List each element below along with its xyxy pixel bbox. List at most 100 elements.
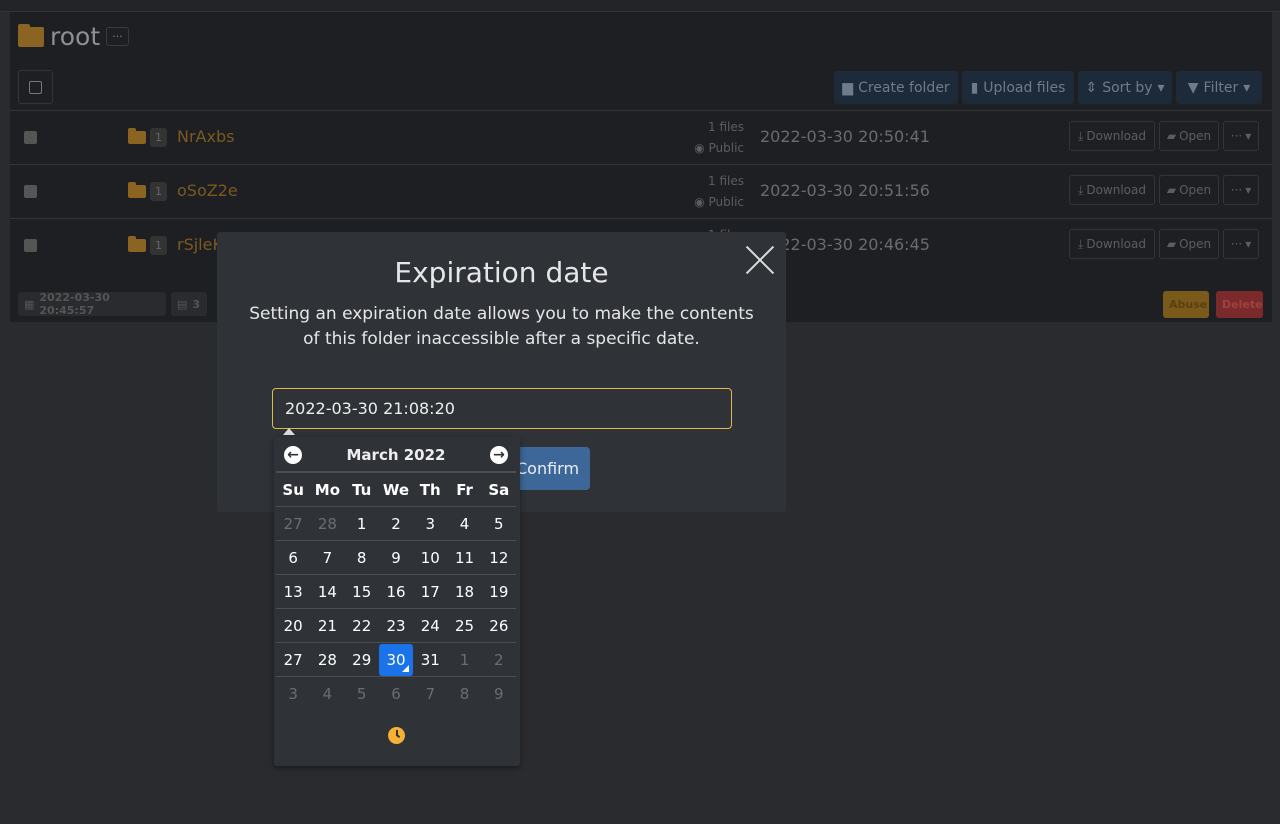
row-more-button[interactable]: ··· ▾	[1223, 175, 1259, 205]
calendar-day[interactable]: 15	[345, 576, 379, 608]
caret-down-icon: ▾	[1243, 79, 1251, 96]
calendar-icon: ▦	[24, 297, 35, 311]
clock-icon[interactable]	[388, 727, 405, 744]
next-month-icon[interactable]: →	[490, 446, 508, 464]
upload-files-button[interactable]: ▮ Upload files	[962, 71, 1074, 104]
prev-month-icon[interactable]: ←	[284, 446, 302, 464]
calendar-day[interactable]: 10	[413, 542, 447, 574]
folder-icon	[128, 182, 146, 198]
selected-day[interactable]: 30	[378, 643, 414, 676]
sort-by-button[interactable]: ⇕ Sort by ▾	[1078, 71, 1172, 104]
calendar-week: 3456789	[276, 677, 516, 711]
calendar-day[interactable]: 26	[482, 610, 516, 642]
calendar-day[interactable]: 12	[482, 542, 516, 574]
label: Open	[1179, 183, 1212, 197]
created-date: 2022-03-30 20:45:57	[39, 291, 110, 317]
date-picker: ← March 2022 → Su Mo Tu We Th Fr Sa 27 28 1 2 3 4 5 6 7…	[274, 437, 520, 766]
calendar-day[interactable]: 13	[276, 576, 310, 608]
calendar-day[interactable]: 19	[482, 576, 516, 608]
folder-open-icon: ▰	[1166, 129, 1177, 143]
filter-icon: ▼	[1187, 79, 1199, 96]
calendar-day[interactable]: 3	[276, 678, 310, 710]
close-icon[interactable]	[744, 244, 776, 276]
calendar-day[interactable]: 28	[310, 644, 344, 676]
row-date: 2022-03-30 20:51:56	[760, 181, 930, 200]
folder-name-link[interactable]: oSoZ2e	[177, 181, 238, 200]
calendar-day[interactable]: 9	[482, 678, 516, 710]
calendar-day[interactable]: 7	[310, 542, 344, 574]
calendar-day[interactable]: 29	[345, 644, 379, 676]
download-button[interactable]: ⤓ Download	[1069, 121, 1155, 151]
calendar-day[interactable]: 4	[447, 508, 481, 540]
calendar-day[interactable]: 1	[447, 644, 481, 676]
confirm-button[interactable]: Confirm	[510, 447, 590, 490]
abuse-button[interactable]: Abuse	[1163, 291, 1209, 318]
calendar-day[interactable]: 6	[379, 678, 413, 710]
calendar-day[interactable]: 27	[276, 508, 310, 540]
label: Upload files	[983, 79, 1066, 96]
delete-button[interactable]: Delete	[1216, 291, 1263, 318]
calendar-day[interactable]: 9	[379, 542, 413, 574]
file-count-badge: ▤ 3	[171, 292, 207, 316]
calendar-day[interactable]: 22	[345, 610, 379, 642]
calendar-day[interactable]: 18	[447, 576, 481, 608]
calendar-day[interactable]: 3	[413, 508, 447, 540]
visibility: Public	[708, 195, 744, 209]
calendar-day[interactable]: 4	[310, 678, 344, 710]
folder-name-link[interactable]: NrAxbs	[177, 127, 234, 146]
calendar-day[interactable]: 8	[345, 542, 379, 574]
folder-plus-icon: ▆	[842, 79, 854, 96]
calendar-day[interactable]: 11	[447, 542, 481, 574]
calendar-day[interactable]: 21	[310, 610, 344, 642]
calendar-day[interactable]: 2	[379, 508, 413, 540]
weekday-label: Mo	[314, 480, 341, 499]
download-button[interactable]: ⤓ Download	[1069, 175, 1155, 205]
month-label[interactable]: March 2022	[347, 446, 446, 464]
calendar-day[interactable]: 23	[379, 610, 413, 642]
open-button[interactable]: ▰ Open	[1159, 121, 1219, 151]
weekday-label: Th	[419, 480, 441, 499]
calendar-day[interactable]: 5	[345, 678, 379, 710]
calendar-day[interactable]: 5	[482, 508, 516, 540]
row-checkbox[interactable]	[24, 131, 37, 144]
expiration-date-input[interactable]	[272, 388, 732, 429]
label: Sort by	[1102, 79, 1153, 96]
calendar-day[interactable]: 17	[413, 576, 447, 608]
open-button[interactable]: ▰ Open	[1159, 229, 1219, 259]
calendar-day[interactable]: 28	[310, 508, 344, 540]
calendar-day[interactable]: 20	[276, 610, 310, 642]
count-badge: 1	[150, 182, 167, 201]
row-more-button[interactable]: ··· ▾	[1223, 121, 1259, 151]
calendar-day[interactable]: 24	[413, 610, 447, 642]
calendar-day[interactable]: 7	[413, 678, 447, 710]
calendar-week: 13 14 15 16 17 18 19	[276, 575, 516, 609]
calendar-day[interactable]: 8	[447, 678, 481, 710]
row-checkbox[interactable]	[24, 239, 37, 252]
select-all-checkbox[interactable]	[18, 70, 53, 104]
create-folder-button[interactable]: ▆ Create folder	[834, 71, 958, 104]
folder-menu-button[interactable]: ···	[106, 27, 129, 46]
calendar-day[interactable]: 2	[482, 644, 516, 676]
download-button[interactable]: ⤓ Download	[1069, 229, 1155, 259]
download-icon: ⤓	[1078, 128, 1084, 143]
files-icon: ▤	[177, 297, 188, 311]
calendar-day[interactable]: 31	[413, 644, 447, 676]
folder-row: 1 NrAxbs 1 files ◉ Public 2022-03-30 20:5…	[10, 110, 1272, 164]
files-count: 1 files	[708, 174, 744, 188]
row-checkbox[interactable]	[24, 185, 37, 198]
calendar-day[interactable]: 16	[379, 576, 413, 608]
open-button[interactable]: ▰ Open	[1159, 175, 1219, 205]
calendar-week: 27 28 1 2 3 4 5	[276, 507, 516, 541]
filter-button[interactable]: ▼ Filter ▾	[1176, 71, 1262, 104]
calendar-day[interactable]: 6	[276, 542, 310, 574]
weekday-header: Su Mo Tu We Th Fr Sa	[276, 473, 516, 507]
calendar-day[interactable]: 25	[447, 610, 481, 642]
calendar-week: 27 28 29 30 31 1 2	[276, 643, 516, 677]
calendar-day[interactable]: 27	[276, 644, 310, 676]
checkbox-icon	[29, 80, 42, 94]
folder-row: 1 oSoZ2e 1 files ◉ Public 2022-03-30 20:5…	[10, 164, 1272, 218]
row-more-button[interactable]: ··· ▾	[1223, 229, 1259, 259]
calendar-day[interactable]: 14	[310, 576, 344, 608]
file-upload-icon: ▮	[970, 79, 979, 96]
calendar-day[interactable]: 1	[345, 508, 379, 540]
